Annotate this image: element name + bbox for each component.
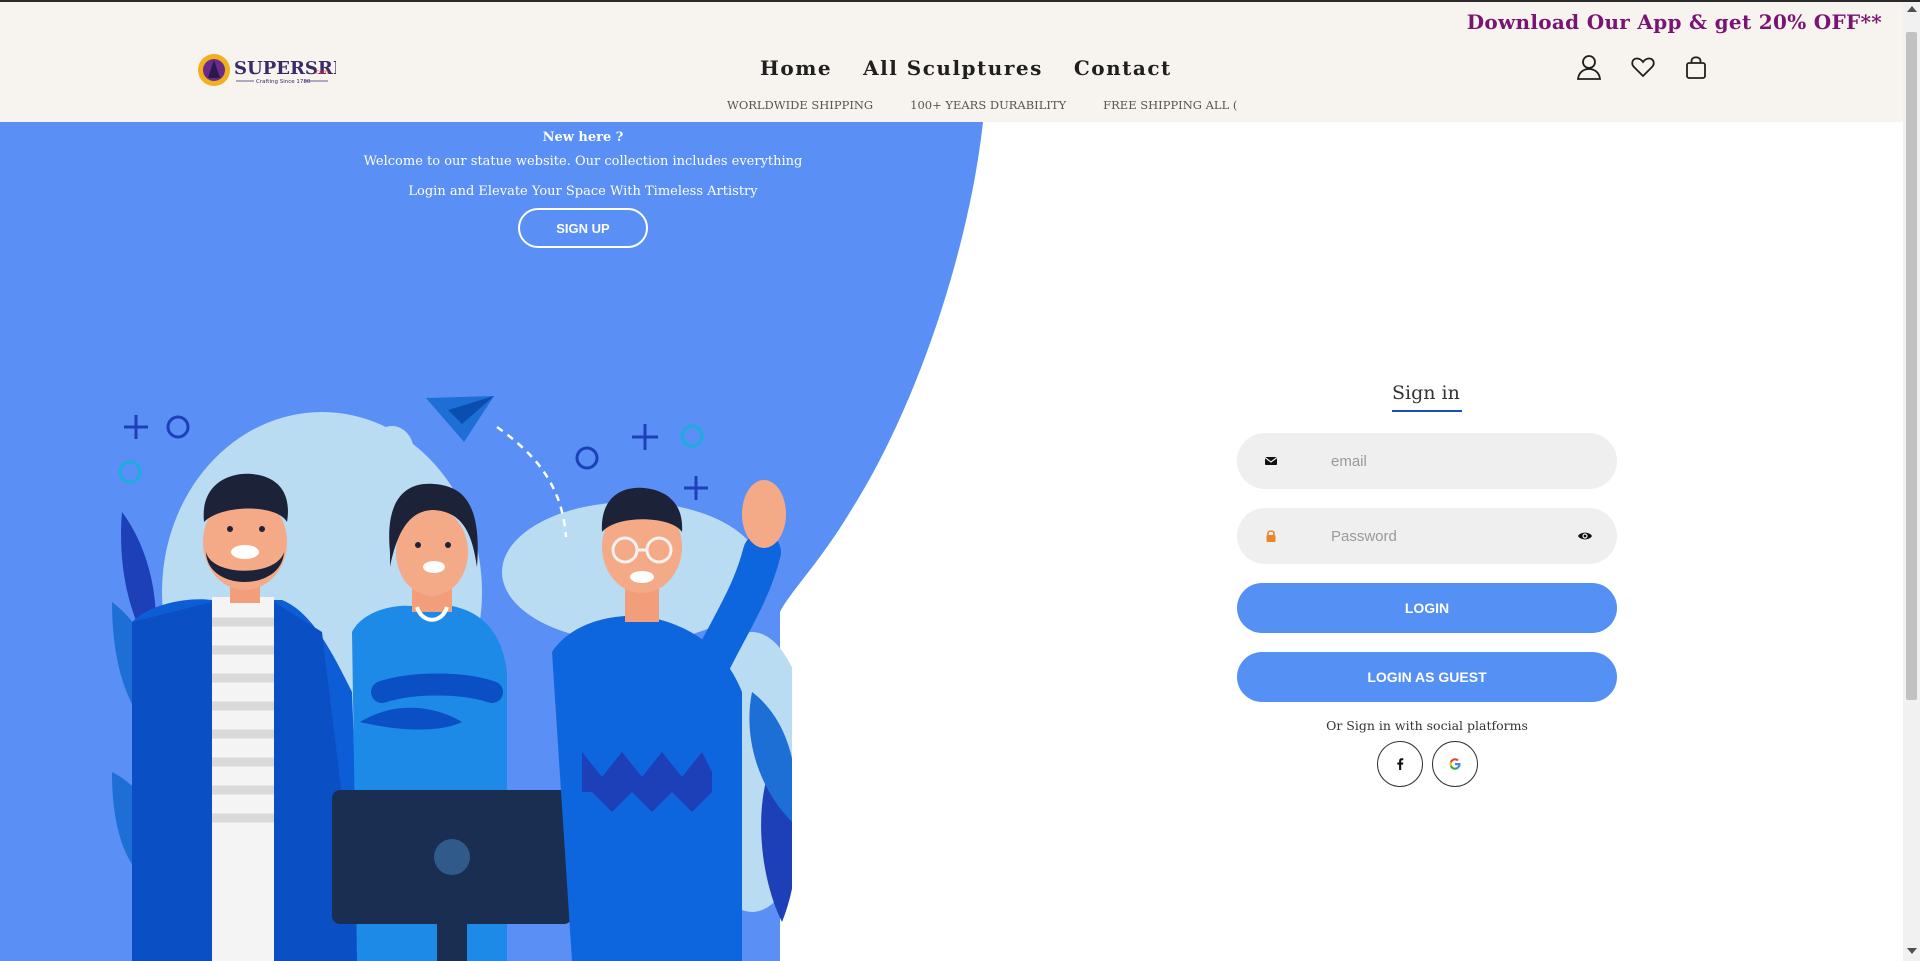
nav-home[interactable]: Home	[760, 56, 832, 80]
social-signin-text: Or Sign in with social platforms	[1326, 718, 1528, 733]
facebook-button[interactable]	[1377, 741, 1423, 787]
welcome-text: Welcome to our statue website. Our colle…	[363, 154, 803, 169]
supersri-logo[interactable]: SUPERSRI .com Crafting Since 1780	[196, 48, 336, 90]
scroll-down-arrow-icon[interactable]	[1907, 948, 1917, 954]
login-as-guest-button[interactable]: LOGIN AS GUEST	[1237, 652, 1617, 702]
password-input[interactable]	[1331, 508, 1571, 564]
promo-banner[interactable]: Download Our App & get 20% OFF**	[1467, 10, 1882, 34]
lock-icon	[1266, 530, 1276, 542]
ticker-item: 100+ YEARS DURABILITY	[910, 98, 1067, 112]
ticker-item: WORLDWIDE SHIPPING	[727, 98, 874, 112]
bag-icon[interactable]	[1682, 53, 1710, 81]
signup-button[interactable]: SIGN UP	[518, 208, 648, 248]
nav-all-sculptures[interactable]: All Sculptures	[863, 56, 1043, 80]
envelope-icon	[1264, 457, 1278, 465]
heart-icon[interactable]	[1629, 53, 1657, 81]
ticker-item: FREE SHIPPING ALL (	[1103, 98, 1238, 112]
team-illustration	[112, 396, 792, 961]
google-button[interactable]	[1432, 741, 1478, 787]
email-field[interactable]	[1237, 433, 1617, 489]
password-field[interactable]	[1237, 508, 1617, 564]
google-icon	[1449, 758, 1461, 770]
site-header: Download Our App & get 20% OFF** SUPERSR…	[0, 2, 1920, 122]
user-icon[interactable]	[1575, 53, 1603, 81]
logo-tagline: Crafting Since 1780	[256, 79, 311, 85]
email-input[interactable]	[1331, 433, 1571, 489]
elevate-text: Login and Elevate Your Space With Timele…	[408, 184, 758, 199]
facebook-icon	[1397, 758, 1404, 770]
signin-title: Sign in	[1392, 382, 1460, 404]
scroll-up-arrow-icon[interactable]	[1907, 6, 1917, 12]
scrollbar-thumb[interactable]	[1906, 32, 1917, 700]
eye-icon[interactable]	[1577, 528, 1593, 544]
signin-title-underline	[1392, 410, 1462, 412]
svg-text:.com: .com	[314, 69, 329, 76]
new-here-heading: New here ?	[542, 130, 624, 145]
main-nav: Home All Sculptures Contact	[760, 56, 1172, 80]
shipping-ticker: WORLDWIDE SHIPPING 100+ YEARS DURABILITY F…	[727, 98, 1252, 114]
login-button[interactable]: LOGIN	[1237, 583, 1617, 633]
nav-contact[interactable]: Contact	[1074, 56, 1172, 80]
